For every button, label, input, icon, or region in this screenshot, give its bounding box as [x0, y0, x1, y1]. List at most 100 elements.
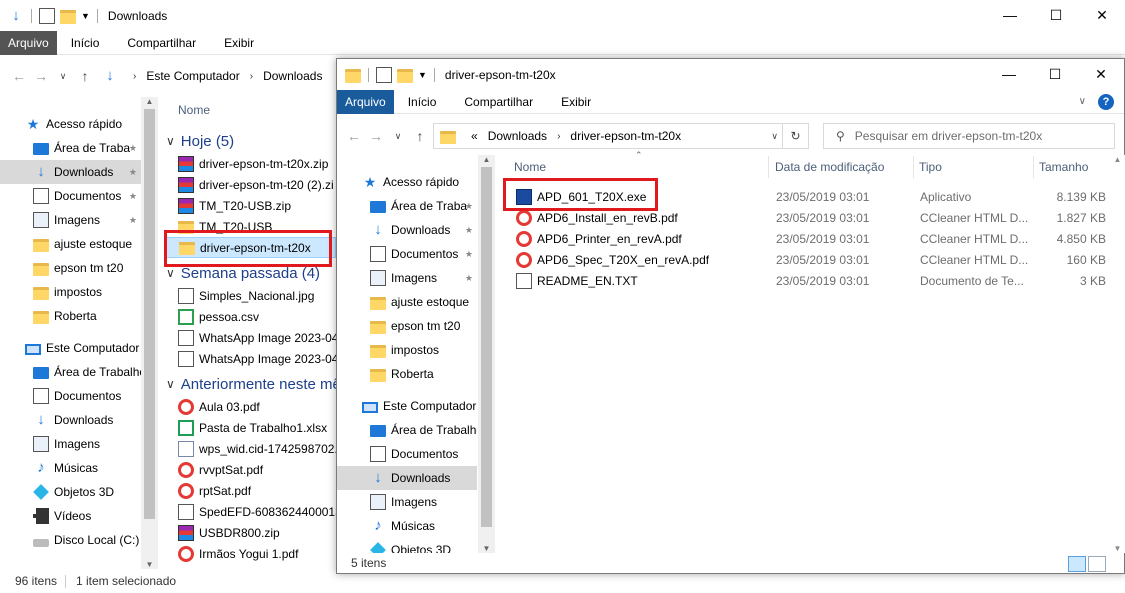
list-item[interactable]: wps_wid.cid-1742598702.1 — [166, 438, 336, 459]
list-item[interactable]: Simples_Nacional.jpg — [166, 285, 336, 306]
list-item[interactable]: Aula 03.pdf — [166, 396, 336, 417]
breadcrumb-item[interactable]: Downloads — [263, 69, 322, 83]
maximize-button[interactable]: ☐ — [1032, 59, 1078, 89]
table-row[interactable]: APD6_Spec_T20X_en_revA.pdf 23/05/2019 03:… — [503, 249, 1109, 270]
sidebar-item[interactable]: ↓ Downloads — [0, 408, 141, 432]
minimize-button[interactable]: — — [987, 0, 1033, 30]
sidebar-item[interactable]: ♪ Músicas — [337, 514, 477, 538]
tab-share[interactable]: Compartilhar — [113, 31, 210, 55]
table-row[interactable]: README_EN.TXT 23/05/2019 03:01 Documento d… — [503, 270, 1109, 291]
properties-icon[interactable] — [376, 66, 392, 83]
scroll-up-icon[interactable]: ▲ — [478, 155, 495, 164]
sidebar-item[interactable]: Roberta — [0, 304, 141, 328]
close-button[interactable]: ✕ — [1079, 0, 1125, 30]
sidebar-item[interactable]: Documentos — [0, 384, 141, 408]
list-item[interactable]: SpedEFD-60836244000130- — [166, 501, 336, 522]
breadcrumb-item[interactable]: Este Computador — [146, 69, 239, 83]
sidebar-item[interactable]: epson tm t20 — [0, 256, 141, 280]
sidebar-item[interactable]: ↓ Downloads — [337, 466, 477, 490]
up-icon[interactable]: ↑ — [74, 68, 96, 84]
sidebar-item[interactable]: Área de Trabalho — [337, 418, 477, 442]
tab-home[interactable]: Início — [57, 31, 114, 55]
breadcrumb-overflow[interactable]: « — [471, 129, 478, 143]
sidebar-item[interactable]: impostos — [337, 338, 477, 362]
sidebar-item[interactable]: ↓ Downloads ★ — [0, 160, 141, 184]
tab-share[interactable]: Compartilhar — [450, 90, 547, 114]
sidebar-item[interactable]: ajuste estoque — [0, 232, 141, 256]
sidebar-item[interactable]: Vídeos — [0, 504, 141, 528]
forward-icon[interactable]: → — [365, 128, 387, 144]
scroll-down-icon[interactable]: ▼ — [478, 544, 495, 553]
chevron-down-icon[interactable]: ∨ — [166, 377, 175, 391]
refresh-icon[interactable]: ↻ — [783, 123, 809, 149]
list-item[interactable]: pessoa.csv — [166, 306, 336, 327]
chevron-down-icon[interactable]: ∨ — [166, 134, 175, 148]
sidebar-item[interactable]: ★ Acesso rápido — [337, 170, 477, 194]
column-header-size[interactable]: Tamanho — [1039, 160, 1088, 174]
address-dropdown-icon[interactable]: ∨ — [771, 131, 778, 142]
details-view-icon[interactable] — [1068, 556, 1086, 572]
list-item[interactable]: driver-epson-tm-t20 (2).zi — [166, 174, 336, 195]
sidebar-item[interactable]: ↓ Downloads ★ — [337, 218, 477, 242]
tab-file[interactable]: Arquivo — [337, 89, 394, 114]
maximize-button[interactable]: ☐ — [1033, 0, 1079, 30]
close-button[interactable]: ✕ — [1078, 59, 1124, 89]
sidebar-item[interactable]: Área de Traba ★ — [337, 194, 477, 218]
sidebar-item[interactable]: Documentos ★ — [0, 184, 141, 208]
sidebar-item[interactable]: Área de Traba ★ — [0, 136, 141, 160]
sidebar-item[interactable]: Objetos 3D — [0, 480, 141, 504]
breadcrumb-item[interactable]: driver-epson-tm-t20x — [570, 129, 681, 143]
sidebar-item[interactable]: Documentos ★ — [337, 242, 477, 266]
tab-view[interactable]: Exibir — [547, 90, 605, 114]
sidebar-item[interactable]: Disco Local (C:) — [0, 528, 141, 552]
sidebar-item[interactable]: epson tm t20 — [337, 314, 477, 338]
sidebar-item[interactable]: ajuste estoque — [337, 290, 477, 314]
recent-dropdown-icon[interactable]: ∨ — [52, 71, 74, 82]
column-header-name[interactable]: Nome — [178, 99, 210, 121]
large-icons-view-icon[interactable] — [1088, 556, 1106, 572]
sidebar-item[interactable]: Objetos 3D — [337, 538, 477, 553]
sidebar-item[interactable]: Este Computador — [337, 394, 477, 418]
chevron-down-icon[interactable]: ∨ — [166, 266, 175, 280]
help-icon[interactable]: ? — [1098, 93, 1114, 110]
quick-access-dropdown-icon[interactable]: ▼ — [81, 11, 90, 21]
list-item[interactable]: Pasta de Trabalho1.xlsx — [166, 417, 336, 438]
column-header-name[interactable]: Nome — [514, 160, 546, 174]
address-bar[interactable]: « Downloads › driver-epson-tm-t20x ∨ — [433, 123, 783, 149]
scroll-up-icon[interactable]: ▲ — [141, 97, 158, 106]
sidebar-item[interactable]: Área de Trabalho — [0, 360, 141, 384]
sidebar-item[interactable]: Este Computador — [0, 336, 141, 360]
new-folder-icon[interactable] — [60, 9, 76, 24]
tab-file[interactable]: Arquivo — [0, 30, 57, 55]
group-header[interactable]: ∨ Anteriormente neste mê — [166, 372, 336, 396]
sidebar-item[interactable]: Imagens — [337, 490, 477, 514]
search-input[interactable]: ⚲ Pesquisar em driver-epson-tm-t20x — [823, 123, 1115, 149]
back-icon[interactable]: ← — [8, 68, 30, 84]
forward-icon[interactable]: → — [30, 68, 52, 84]
column-header-type[interactable]: Tipo — [919, 160, 942, 174]
column-header-date[interactable]: Data de modificação — [775, 160, 884, 174]
sidebar-item[interactable]: Documentos — [337, 442, 477, 466]
sidebar-item[interactable]: Imagens ★ — [337, 266, 477, 290]
sidebar-item[interactable]: ♪ Músicas — [0, 456, 141, 480]
list-item[interactable]: Irmãos Yogui 1.pdf — [166, 543, 336, 564]
list-item[interactable]: USBDR800.zip — [166, 522, 336, 543]
ribbon-expand-icon[interactable]: ∨ — [1079, 96, 1086, 107]
sidebar-item[interactable]: Roberta — [337, 362, 477, 386]
scroll-up-icon[interactable]: ▲ — [1109, 155, 1125, 164]
list-item[interactable]: WhatsApp Image 2023-04- — [166, 348, 336, 369]
address-bar[interactable]: ↓ › Este Computador › Downloads — [96, 63, 326, 89]
sidebar-item[interactable]: ★ Acesso rápido — [0, 112, 141, 136]
tab-home[interactable]: Início — [394, 90, 451, 114]
list-item[interactable]: WhatsApp Image 2023-04- — [166, 327, 336, 348]
group-header[interactable]: ∨ Hoje (5) — [166, 129, 336, 153]
scroll-down-icon[interactable]: ▼ — [1109, 544, 1125, 553]
quick-access-dropdown-icon[interactable]: ▼ — [418, 70, 427, 80]
tab-view[interactable]: Exibir — [210, 31, 268, 55]
scrollbar-thumb[interactable] — [144, 109, 155, 519]
list-item[interactable]: rptSat.pdf — [166, 480, 336, 501]
list-item[interactable]: TM_T20-USB.zip — [166, 195, 336, 216]
scrollbar-thumb[interactable] — [481, 167, 492, 527]
new-folder-icon[interactable] — [397, 68, 413, 83]
sidebar-item[interactable]: Imagens — [0, 432, 141, 456]
